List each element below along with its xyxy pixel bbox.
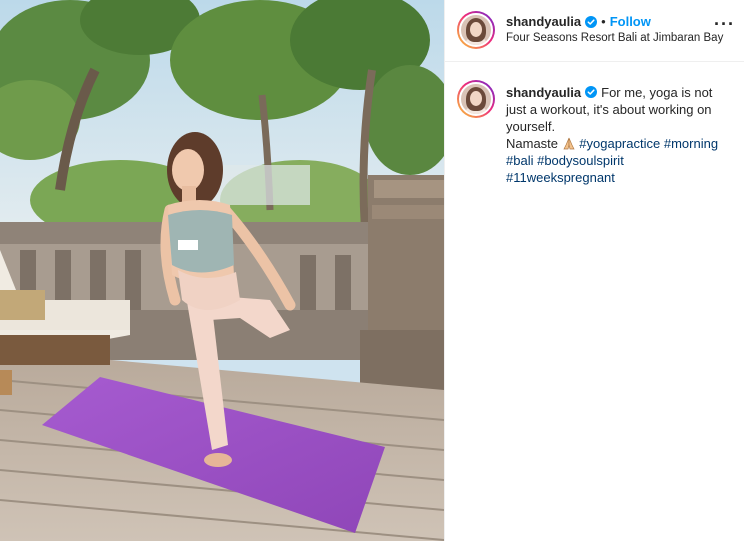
follow-button[interactable]: Follow — [610, 14, 651, 29]
profile-avatar[interactable] — [457, 11, 495, 49]
username-link[interactable]: shandyaulia — [506, 14, 581, 29]
location-link[interactable]: Four Seasons Resort Bali at Jimbaran Bay — [506, 32, 723, 44]
folded-hands-icon — [563, 137, 575, 150]
post-header: shandyaulia • Follow Four Seasons Resort… — [445, 0, 744, 62]
caption-avatar[interactable] — [457, 80, 495, 118]
hashtag-link[interactable]: #bodysoulspirit — [537, 153, 624, 168]
separator-dot: • — [601, 14, 606, 29]
hashtag-link[interactable]: #yogapractice — [579, 136, 660, 151]
caption-text: shandyaulia For me, yoga is not just a w… — [506, 84, 731, 186]
avatar-image — [459, 82, 493, 116]
hashtag-link[interactable]: #morning — [664, 136, 718, 151]
yoga-photo-illustration — [0, 0, 444, 541]
caption-namaste: Namaste — [506, 136, 559, 151]
hashtag-link[interactable]: #bali — [506, 153, 533, 168]
caption-username-link[interactable]: shandyaulia — [506, 85, 581, 100]
hashtag-link[interactable]: #11weekspregnant — [506, 170, 615, 185]
post-photo[interactable] — [0, 0, 444, 541]
header-user-line: shandyaulia • Follow — [506, 14, 651, 29]
verified-badge-icon — [585, 15, 598, 28]
more-options-icon[interactable]: ··· — [714, 15, 735, 33]
avatar-image — [459, 13, 493, 47]
post-side-panel: shandyaulia • Follow Four Seasons Resort… — [444, 0, 744, 541]
verified-badge-icon — [585, 86, 598, 98]
